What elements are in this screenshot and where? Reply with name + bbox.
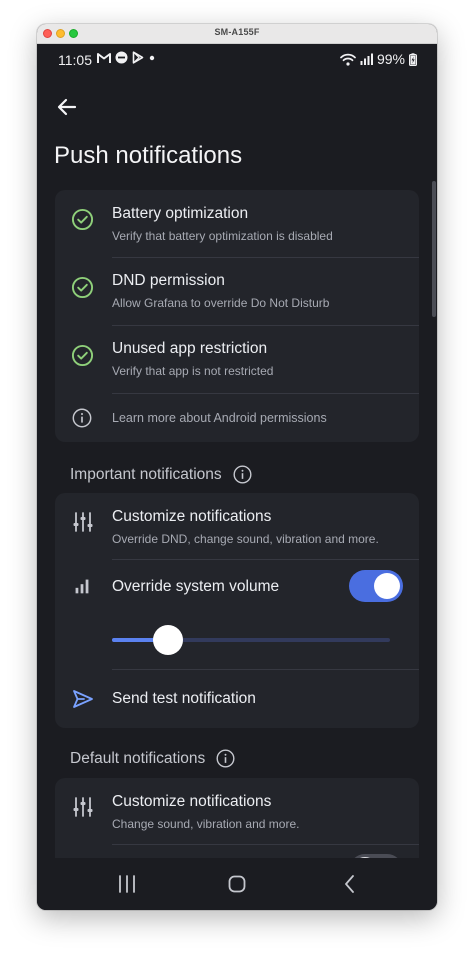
permission-title: Battery optimization [112, 205, 249, 222]
learn-more-row[interactable]: Learn more about Android permissions [55, 394, 419, 442]
permission-row-battery[interactable]: Battery optimization Verify that battery… [55, 190, 419, 258]
volume-slider-thumb[interactable] [153, 625, 183, 655]
section-title: Default notifications [70, 749, 206, 767]
gmail-icon [97, 52, 111, 63]
customize-title: Customize notifications [112, 508, 272, 525]
window-title: SM-A155F [214, 27, 260, 37]
check-circle-icon [71, 208, 94, 231]
important-notifications-header: Important notifications [70, 464, 253, 485]
section-title: Important notifications [70, 465, 222, 483]
battery-charging-icon [409, 52, 417, 66]
customize-title: Customize notifications [112, 793, 272, 810]
status-time: 11:05 [58, 52, 92, 68]
toggle-knob [374, 573, 400, 599]
permission-row-unused-app[interactable]: Unused app restriction Verify that app i… [55, 326, 419, 394]
info-icon [72, 408, 92, 428]
recent-apps-icon[interactable] [114, 872, 140, 896]
back-nav-icon[interactable] [337, 872, 363, 896]
divider [112, 844, 419, 845]
send-test-row[interactable]: Send test notification [55, 670, 419, 728]
override-volume-row: Override system volume [55, 560, 419, 670]
volume-bars-icon [75, 579, 89, 594]
send-test-notification-link[interactable]: Send test notification [112, 690, 256, 708]
system-navigation-bar [37, 858, 437, 910]
override-title: Override system volume [112, 578, 280, 595]
learn-more-link[interactable]: Learn more about Android permissions [112, 411, 327, 425]
app-window: SM-A155F 11:05 99% Push notifications Ba… [37, 24, 437, 910]
status-notification-icons [97, 51, 156, 64]
permission-subtitle: Verify that app is not restricted [112, 364, 274, 378]
sliders-icon [73, 512, 93, 532]
customize-subtitle: Change sound, vibration and more. [112, 817, 300, 831]
status-system-icons: 99% [340, 51, 417, 67]
check-circle-icon [71, 344, 94, 367]
permission-subtitle: Allow Grafana to override Do Not Disturb [112, 296, 330, 310]
customize-default-row[interactable]: Customize notifications Change sound, vi… [55, 778, 419, 844]
home-icon[interactable] [224, 872, 250, 896]
wifi-icon [340, 53, 356, 66]
check-circle-icon [71, 276, 94, 299]
permission-subtitle: Verify that battery optimization is disa… [112, 229, 333, 243]
info-icon[interactable] [215, 748, 236, 769]
send-icon [73, 690, 93, 708]
override-volume-toggle[interactable] [349, 570, 403, 602]
status-bar: 11:05 99% [37, 44, 437, 76]
permission-title: DND permission [112, 272, 225, 289]
important-notifications-card: Customize notifications Override DND, ch… [55, 493, 419, 728]
scrollbar[interactable] [432, 181, 436, 317]
customize-subtitle: Override DND, change sound, vibration an… [112, 532, 379, 546]
more-notifications-dot-icon [149, 55, 155, 60]
permissions-card: Battery optimization Verify that battery… [55, 190, 419, 442]
page-title: Push notifications [54, 142, 243, 169]
dnd-icon [115, 51, 128, 64]
permission-title: Unused app restriction [112, 340, 268, 357]
default-notifications-header: Default notifications [70, 748, 236, 769]
sliders-icon [73, 797, 93, 817]
customize-important-row[interactable]: Customize notifications Override DND, ch… [55, 493, 419, 559]
info-icon[interactable] [232, 464, 253, 485]
permission-row-dnd[interactable]: DND permission Allow Grafana to override… [55, 258, 419, 326]
volume-slider[interactable] [112, 625, 390, 655]
back-arrow-icon[interactable] [55, 95, 79, 119]
battery-percent: 99% [376, 51, 405, 67]
window-titlebar: SM-A155F [37, 24, 437, 44]
signal-icon [360, 53, 373, 65]
play-store-icon [132, 51, 144, 64]
default-notifications-card: Customize notifications Change sound, vi… [55, 778, 419, 868]
